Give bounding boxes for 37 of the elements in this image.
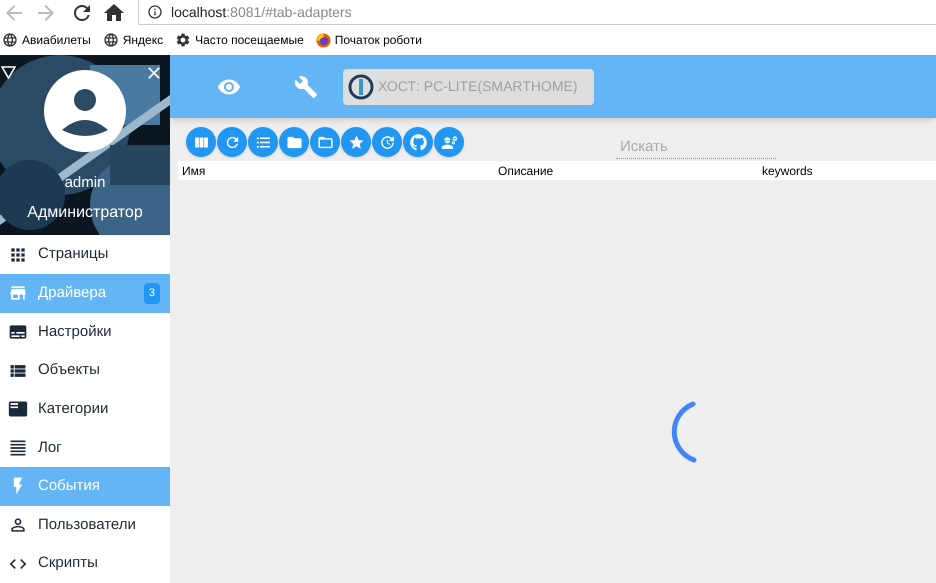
globe-icon — [102, 32, 119, 48]
column-header[interactable]: Описание — [498, 162, 762, 180]
bookmark-link[interactable]: Початок роботи — [334, 31, 422, 49]
search-field[interactable]: Искать — [616, 135, 776, 159]
host-label: ХОСТ: PC-LITE(SMARTHOME) — [343, 68, 594, 104]
card-list-icon — [8, 399, 28, 420]
toolbar-button[interactable] — [341, 127, 371, 157]
worker-icon — [440, 134, 458, 150]
toolbar-button[interactable] — [279, 127, 309, 157]
bookmark-link[interactable]: Часто посещаемые — [195, 31, 304, 49]
url-text: localhost:8081/#tab-adapters — [171, 2, 352, 22]
toolbar-button[interactable] — [186, 127, 216, 157]
dropdown-triangle-icon[interactable] — [1, 66, 16, 79]
info-icon — [147, 4, 163, 20]
column-header[interactable]: keywords — [762, 162, 936, 180]
toolbar-button[interactable] — [403, 127, 433, 157]
toolbar-button[interactable] — [248, 127, 278, 157]
gear-icon — [175, 32, 192, 48]
bookmark-link[interactable]: Яндекс — [122, 31, 164, 49]
toolbar-button[interactable] — [217, 127, 247, 157]
globe-icon — [2, 32, 18, 48]
bookmark-link[interactable]: Авиабилеты — [22, 31, 91, 49]
user-name: admin — [64, 173, 106, 193]
wrench-icon[interactable] — [294, 74, 318, 98]
clock-refresh-icon — [378, 134, 396, 150]
browser-logo-icon — [316, 32, 331, 48]
toolbar-button[interactable] — [310, 127, 340, 157]
star-icon — [348, 134, 364, 150]
column-header[interactable]: Имя — [178, 162, 498, 180]
avatar-icon — [44, 70, 126, 152]
toolbar-button[interactable] — [372, 127, 402, 157]
github-icon — [410, 134, 426, 150]
lines-icon — [8, 438, 28, 458]
user-role: Администратор — [27, 202, 143, 222]
toolbar-button[interactable] — [434, 127, 464, 157]
logo-icon — [348, 74, 374, 100]
count-badge: 3 — [144, 283, 160, 304]
